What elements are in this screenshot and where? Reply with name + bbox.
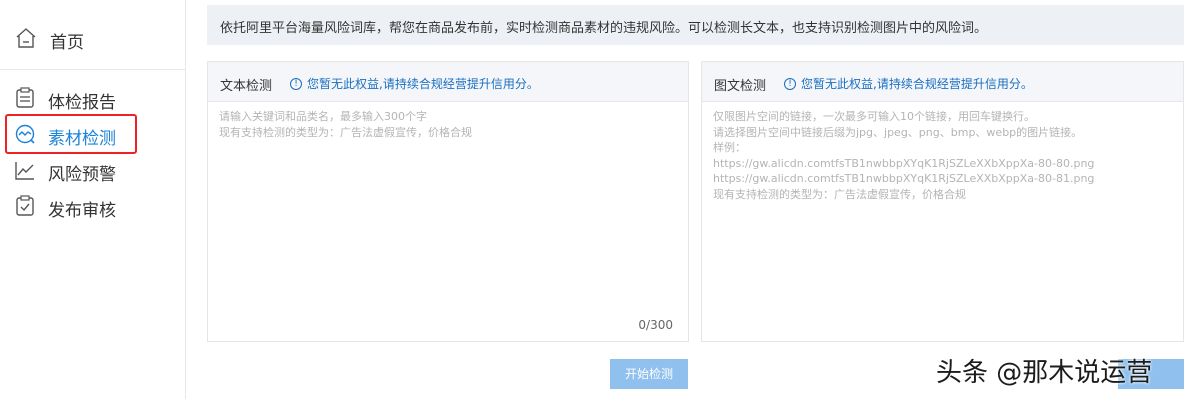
clipboard-check-icon bbox=[16, 195, 34, 216]
report-icon bbox=[16, 87, 34, 108]
image-check-panel: 图文检测 ! 您暂无此权益,请持续合规经营提升信用分。 仅限图片空间的链接，一次… bbox=[701, 61, 1184, 342]
watermark-text: 头条 @那木说运营 bbox=[936, 358, 1153, 388]
panel-header: 图文检测 ! 您暂无此权益,请持续合规经营提升信用分。 bbox=[702, 62, 1183, 102]
info-icon: ! bbox=[290, 77, 302, 90]
sidebar-item-publish-review[interactable]: 发布审核 bbox=[0, 189, 185, 223]
text-check-panel: 文本检测 ! 您暂无此权益,请持续合规经营提升信用分。 请输入关键词和品类名，最… bbox=[207, 61, 689, 342]
home-icon bbox=[16, 28, 36, 48]
start-check-button[interactable]: 开始检测 bbox=[610, 359, 688, 389]
sidebar-item-label: 素材检测 bbox=[48, 129, 116, 149]
info-icon: ! bbox=[784, 77, 796, 90]
image-link-input[interactable]: 仅限图片空间的链接，一次最多可输入10个链接，用回车键换行。 请选择图片空间中链… bbox=[713, 109, 1094, 202]
panel-header: 文本检测 ! 您暂无此权益,请持续合规经营提升信用分。 bbox=[208, 62, 688, 102]
sidebar-item-home[interactable]: 首页 bbox=[0, 0, 185, 70]
sidebar: 首页 体检报告 素材检测 风险预警 发布审核 bbox=[0, 0, 186, 399]
info-banner: 依托阿里平台海量风险词库，帮您在商品发布前，实时检测商品素材的违规风险。可以检测… bbox=[207, 5, 1184, 45]
text-input[interactable]: 请输入关键词和品类名，最多输入300个字 现有支持检测的类型为：广告法虚假宣传，… bbox=[219, 109, 472, 140]
sidebar-item-label: 体检报告 bbox=[48, 93, 116, 113]
sidebar-item-label: 发布审核 bbox=[48, 201, 116, 221]
permission-tip-text: 您暂无此权益,请持续合规经营提升信用分。 bbox=[801, 77, 1033, 91]
permission-tip: ! 您暂无此权益,请持续合规经营提升信用分。 bbox=[290, 75, 539, 92]
sidebar-item-label: 风险预警 bbox=[48, 165, 116, 185]
panel-title: 文本检测 bbox=[220, 79, 273, 94]
sidebar-item-label: 首页 bbox=[50, 33, 84, 53]
sidebar-item-health-report[interactable]: 体检报告 bbox=[0, 81, 185, 115]
trend-icon bbox=[15, 162, 34, 180]
permission-tip-text: 您暂无此权益,请持续合规经营提升信用分。 bbox=[307, 77, 539, 91]
character-counter: 0/300 bbox=[638, 318, 673, 332]
sidebar-item-material-check[interactable]: 素材检测 bbox=[0, 114, 185, 154]
panel-title: 图文检测 bbox=[714, 79, 767, 94]
permission-tip: ! 您暂无此权益,请持续合规经营提升信用分。 bbox=[784, 75, 1033, 92]
monitor-icon bbox=[15, 124, 35, 144]
sidebar-item-risk-alert[interactable]: 风险预警 bbox=[0, 153, 185, 187]
